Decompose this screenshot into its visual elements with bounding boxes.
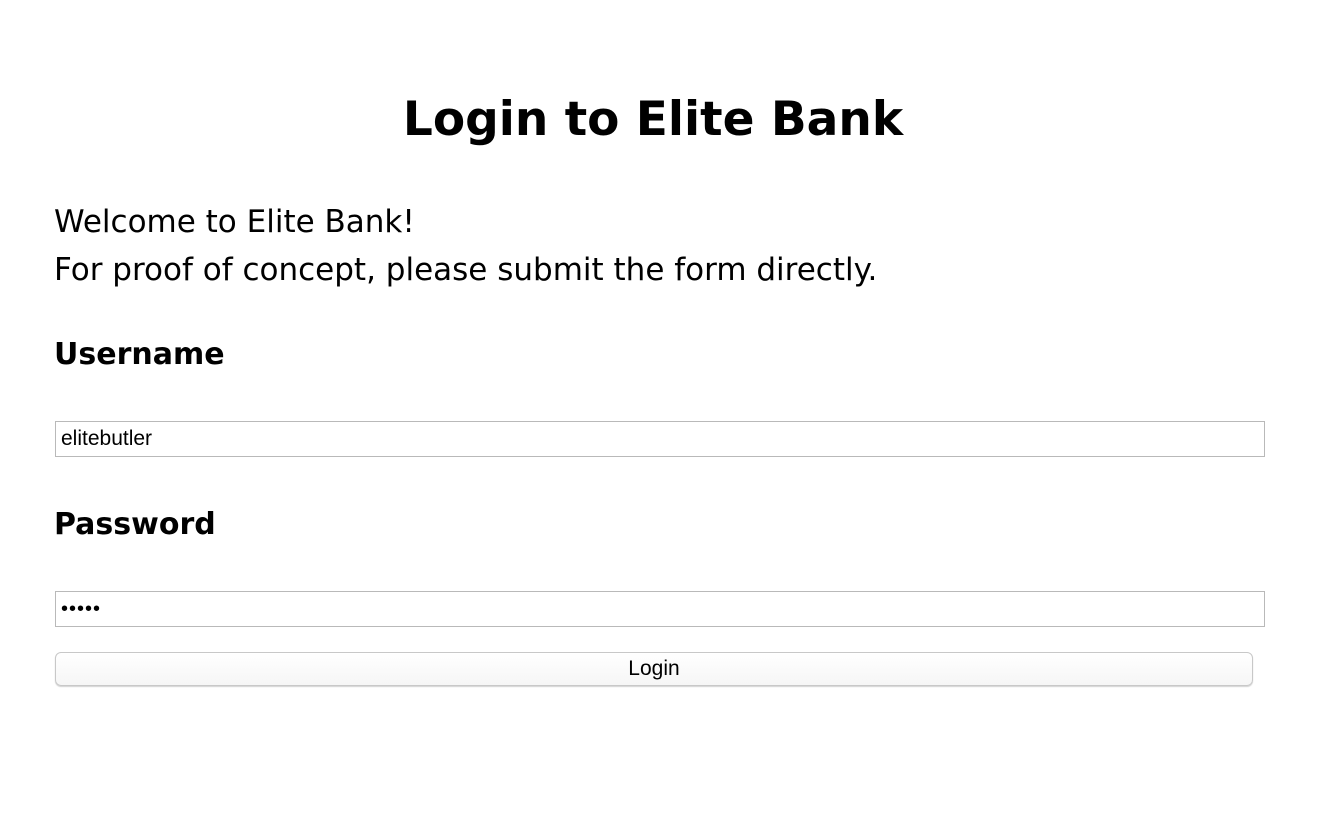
username-input[interactable] — [55, 421, 1265, 457]
password-input[interactable] — [55, 591, 1265, 627]
page-title: Login to Elite Bank — [402, 92, 904, 147]
welcome-message: Welcome to Elite Bank! For proof of conc… — [54, 198, 877, 294]
password-label: Password — [54, 507, 216, 542]
login-page: Login to Elite Bank Welcome to Elite Ban… — [0, 0, 1336, 818]
login-button[interactable]: Login — [55, 652, 1253, 686]
username-label: Username — [54, 337, 225, 372]
instruction-line: For proof of concept, please submit the … — [54, 252, 878, 288]
welcome-line: Welcome to Elite Bank! — [54, 204, 415, 240]
